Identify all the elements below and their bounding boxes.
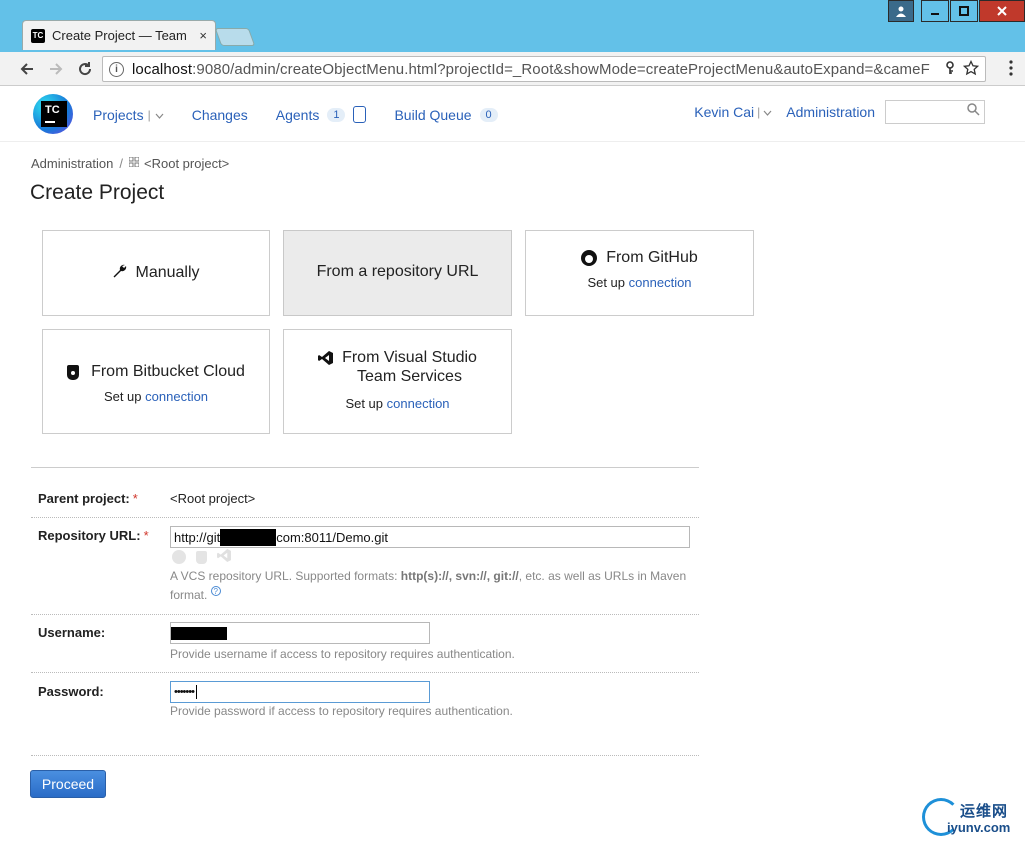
administration-link[interactable]: Administration — [786, 104, 875, 120]
card-from-github[interactable]: From GitHub Set up connection — [525, 230, 754, 316]
user-icon[interactable] — [888, 0, 914, 22]
username-hint: Provide username if access to repository… — [170, 647, 515, 661]
projects-dropdown-chevron-icon[interactable] — [155, 107, 164, 123]
browser-menu-icon[interactable] — [1009, 60, 1013, 81]
app-header: TC Projects | Changes Agents 1 Build Que… — [0, 86, 1025, 142]
wrench-icon — [112, 263, 127, 282]
bitbucket-connection-link[interactable]: connection — [145, 389, 208, 404]
main-nav: Projects | Changes Agents 1 Build Queue … — [93, 106, 526, 123]
visual-studio-icon[interactable] — [217, 549, 231, 565]
browser-titlebar: TC Create Project — Team × — [0, 0, 1025, 52]
user-menu-link[interactable]: Kevin Cai — [694, 104, 754, 120]
username-label: Username: — [38, 625, 106, 640]
browser-tab[interactable]: TC Create Project — Team × — [22, 20, 216, 50]
card-from-vsts[interactable]: From Visual Studio Team Services Set up c… — [283, 329, 512, 434]
close-icon[interactable] — [979, 0, 1025, 22]
tab-title: Create Project — Team — [52, 28, 187, 43]
reload-icon[interactable] — [72, 56, 98, 82]
row-divider — [31, 517, 699, 518]
breadcrumb: Administration / <Root project> — [31, 156, 230, 171]
bitbucket-icon[interactable] — [196, 550, 207, 564]
watermark-logo: 运维网 iyunv.com — [920, 796, 1025, 840]
card-from-bitbucket[interactable]: From Bitbucket Cloud Set up connection — [42, 329, 270, 434]
nav-agents: Agents 1 — [276, 106, 367, 123]
form-divider — [31, 467, 699, 468]
changes-link[interactable]: Changes — [192, 107, 248, 123]
tab-close-icon[interactable]: × — [199, 28, 207, 43]
redacted-block — [171, 627, 227, 640]
nav-projects: Projects | — [93, 107, 164, 123]
repository-url-label: Repository URL: * — [38, 528, 149, 543]
breadcrumb-administration[interactable]: Administration — [31, 156, 113, 171]
window-controls — [887, 0, 1025, 22]
project-grid-icon — [128, 156, 140, 170]
nav-changes: Changes — [192, 107, 248, 123]
vcs-provider-icons — [172, 549, 241, 565]
teamcity-favicon-icon: TC — [31, 28, 45, 43]
parent-project-value: <Root project> — [170, 491, 256, 506]
password-label: Password: — [38, 684, 104, 699]
bitbucket-icon — [67, 364, 80, 380]
agents-link[interactable]: Agents — [276, 107, 320, 123]
address-bar[interactable]: i localhost:9080/admin/createObjectMenu.… — [102, 56, 986, 82]
url-text: localhost:9080/admin/createObjectMenu.ht… — [132, 60, 930, 78]
password-hint: Provide password if access to repository… — [170, 704, 513, 718]
arrow-left-icon[interactable] — [14, 56, 40, 82]
arrow-right-icon[interactable] — [43, 56, 69, 82]
row-divider — [31, 755, 699, 756]
parent-project-label: Parent project: * — [38, 491, 138, 506]
star-icon[interactable] — [962, 59, 980, 79]
password-input[interactable]: ••••••• — [170, 681, 430, 703]
search-icon[interactable] — [967, 103, 980, 119]
row-divider — [31, 614, 699, 615]
search-input[interactable] — [885, 100, 985, 124]
proceed-button[interactable]: Proceed — [30, 770, 106, 798]
build-queue-count-badge[interactable]: 0 — [479, 107, 498, 122]
card-from-repository-url[interactable]: From a repository URL — [283, 230, 512, 316]
repository-url-hint: A VCS repository URL. Supported formats:… — [170, 569, 687, 602]
github-connection-link[interactable]: connection — [629, 275, 692, 290]
header-right: Kevin Cai | Administration — [694, 100, 985, 124]
breadcrumb-root-project[interactable]: <Root project> — [144, 156, 229, 171]
repository-url-input[interactable]: http://git com:8011/Demo.git — [170, 526, 690, 548]
row-divider — [31, 672, 699, 673]
browser-toolbar: i localhost:9080/admin/createObjectMenu.… — [0, 52, 1025, 86]
minimize-icon[interactable] — [921, 0, 949, 22]
agents-count-badge[interactable]: 1 — [327, 107, 346, 122]
visual-studio-icon — [318, 351, 334, 365]
nav-build-queue: Build Queue 0 — [394, 107, 498, 123]
github-icon[interactable] — [172, 550, 186, 564]
redacted-block — [220, 528, 277, 546]
key-icon[interactable] — [945, 60, 955, 78]
agent-icon[interactable] — [353, 106, 367, 123]
vsts-connection-link[interactable]: connection — [387, 396, 450, 411]
user-dropdown-chevron-icon[interactable] — [763, 104, 772, 120]
github-icon — [581, 250, 598, 266]
new-tab-button[interactable] — [214, 28, 256, 46]
build-queue-link[interactable]: Build Queue — [394, 107, 471, 123]
page-title: Create Project — [30, 181, 165, 204]
help-icon[interactable]: ? — [210, 586, 221, 596]
maximize-icon[interactable] — [950, 0, 978, 22]
username-input[interactable] — [170, 622, 430, 644]
projects-link[interactable]: Projects — [93, 107, 144, 123]
site-info-icon[interactable]: i — [109, 61, 124, 77]
teamcity-logo-icon[interactable]: TC — [33, 94, 73, 134]
card-manually[interactable]: Manually — [42, 230, 270, 316]
